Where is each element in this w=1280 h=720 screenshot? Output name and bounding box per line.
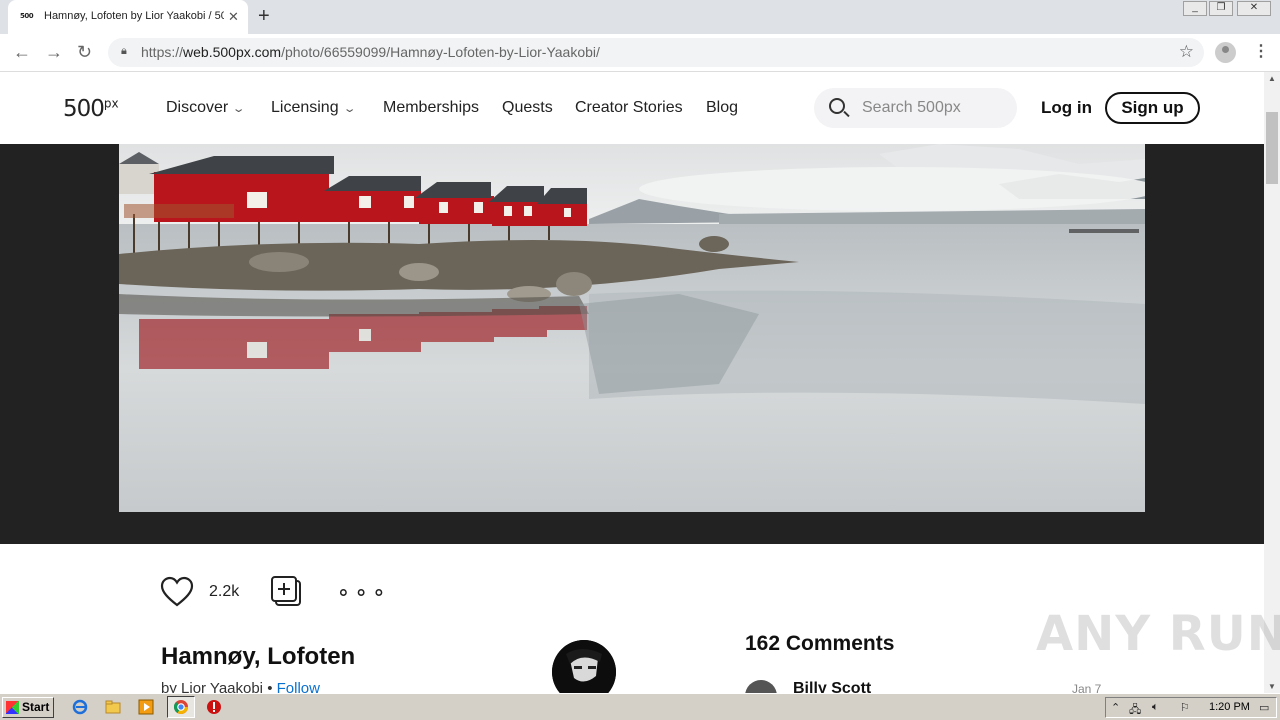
action-center-flag-icon[interactable]: ⚐ [1180, 701, 1190, 714]
search-icon [829, 98, 845, 114]
500px-favicon-icon: 500 [20, 12, 34, 20]
site-header: 500px Discover ⌄ Licensing ⌄ Memberships Q… [0, 72, 1264, 144]
folder-icon[interactable] [105, 699, 121, 715]
nav-blog[interactable]: Blog [706, 99, 738, 117]
chevron-down-icon: ⌄ [342, 103, 357, 115]
login-link[interactable]: Log in [1041, 98, 1092, 118]
nav-memberships[interactable]: Memberships [383, 99, 479, 117]
nav-licensing[interactable]: Licensing ⌄ [271, 99, 357, 117]
media-player-icon[interactable] [138, 699, 154, 715]
like-count: 2.2k [209, 583, 240, 600]
like-heart-icon[interactable] [160, 576, 194, 608]
lock-icon: 🔒︎ [121, 45, 127, 57]
scrollbar-thumb[interactable] [1266, 112, 1278, 184]
signup-button[interactable]: Sign up [1105, 92, 1200, 124]
photo-illustration [119, 144, 1145, 512]
chevron-down-icon: ⌄ [231, 103, 246, 115]
logo-text: 500 [63, 96, 105, 122]
main-photo[interactable] [119, 144, 1145, 512]
more-options-icon[interactable]: ⚬⚬⚬ [335, 581, 388, 606]
tray-expand-icon[interactable]: ⌃ [1111, 701, 1120, 714]
address-bar[interactable]: 🔒︎ https://web.500px.com/photo/66559099/… [108, 38, 1204, 67]
windows-logo-icon [6, 701, 19, 714]
bookmark-star-icon[interactable]: ☆ [1179, 42, 1194, 62]
search-input[interactable] [862, 98, 1007, 118]
chrome-taskbar-button[interactable] [167, 696, 195, 718]
network-icon[interactable]: 🖧 [1129, 701, 1141, 720]
search-box[interactable] [814, 88, 1017, 128]
start-label: Start [22, 700, 50, 714]
scroll-down-arrow-icon[interactable]: ▼ [1268, 682, 1276, 691]
start-button[interactable]: Start [2, 697, 54, 718]
500px-logo[interactable]: 500px [63, 96, 119, 122]
minimize-window-icon[interactable]: _ [1183, 1, 1207, 16]
browser-menu-icon[interactable]: ⋮ [1253, 41, 1269, 61]
url-scheme: https:// [141, 44, 184, 60]
tab-title: Hamnøy, Lofoten by Lior Yaakobi / 500px [44, 10, 224, 22]
show-desktop-icon[interactable]: ▭ [1259, 701, 1269, 714]
photo-stage [0, 144, 1264, 544]
logo-sup: px [103, 96, 119, 111]
taskbar-clock[interactable]: 1:20 PM [1209, 701, 1250, 713]
nav-licensing-label: Licensing [271, 99, 339, 116]
tab-close-icon[interactable]: ✕ [228, 9, 239, 25]
nav-quests[interactable]: Quests [502, 99, 553, 117]
new-tab-icon[interactable]: + [258, 5, 270, 28]
profile-avatar-icon[interactable] [1215, 42, 1236, 63]
nav-discover[interactable]: Discover ⌄ [166, 99, 246, 117]
comments-title: 162 Comments [745, 632, 895, 655]
volume-icon[interactable]: 🔈︎ [1152, 701, 1159, 714]
restore-window-icon[interactable]: ❐ [1209, 1, 1233, 16]
page-scrollbar[interactable]: ▲ ▼ [1264, 72, 1280, 693]
scroll-up-arrow-icon[interactable]: ▲ [1268, 74, 1276, 83]
forward-arrow-icon[interactable]: → [45, 42, 63, 63]
anyrun-watermark: ANY RUN [1036, 606, 1280, 662]
browser-tabstrip: 500 Hamnøy, Lofoten by Lior Yaakobi / 50… [0, 0, 1280, 34]
windows-taskbar: Start ⌃ 🖧 🔈︎ ⚐ 1:20 PM ▭ [0, 693, 1280, 720]
url-path: /photo/66559099/Hamnøy-Lofoten-by-Lior-Y… [281, 44, 600, 60]
internet-explorer-icon[interactable] [72, 699, 88, 715]
browser-toolbar: ← → ↻ 🔒︎ https://web.500px.com/photo/665… [0, 34, 1280, 72]
url-text[interactable]: https://web.500px.com/photo/66559099/Ham… [141, 44, 600, 60]
browser-tab[interactable]: 500 Hamnøy, Lofoten by Lior Yaakobi / 50… [8, 0, 248, 34]
photo-title: Hamnøy, Lofoten [161, 643, 356, 670]
nav-discover-label: Discover [166, 99, 229, 116]
close-window-icon[interactable]: ✕ [1237, 1, 1271, 16]
reload-icon[interactable]: ↻ [77, 42, 92, 63]
add-to-gallery-icon[interactable] [271, 576, 302, 607]
security-alert-icon[interactable] [206, 699, 222, 715]
nav-creator-stories[interactable]: Creator Stories [575, 99, 683, 117]
url-host: web.500px.com [183, 44, 282, 60]
chrome-icon [173, 700, 188, 714]
system-tray: ⌃ 🖧 🔈︎ ⚐ 1:20 PM ▭ [1105, 697, 1277, 718]
back-arrow-icon[interactable]: ← [13, 42, 31, 63]
